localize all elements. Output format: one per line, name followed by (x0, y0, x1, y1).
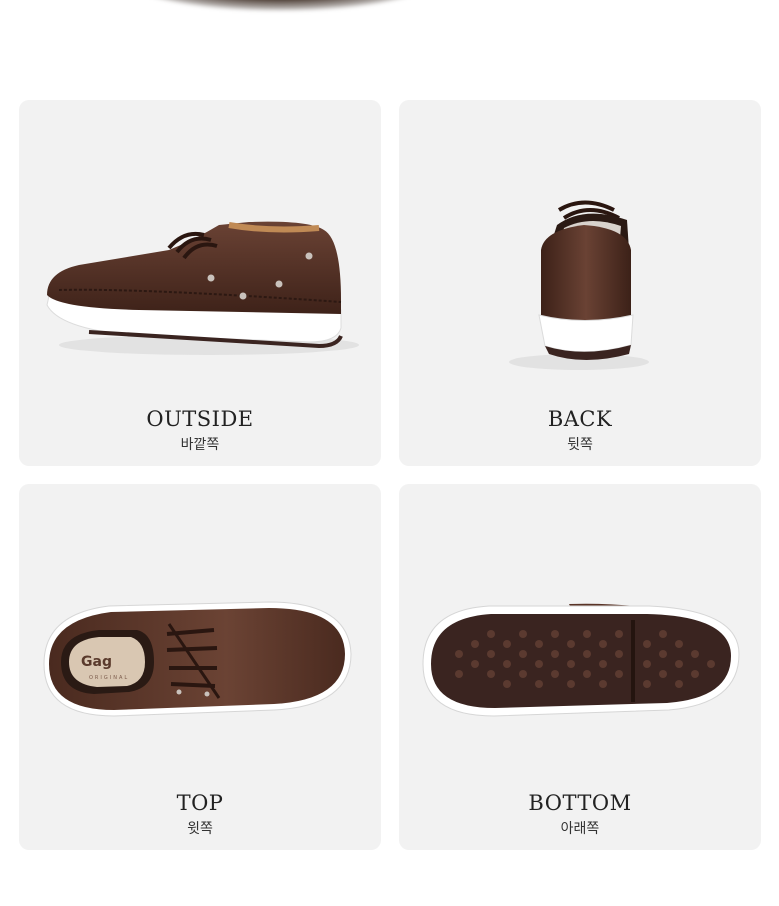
view-label-en: OUTSIDE (146, 407, 254, 431)
view-label-ko: 뒷쪽 (567, 437, 593, 453)
shoe-top-photo: Gag ORIGINAL (43, 601, 352, 717)
view-label-en: TOP (176, 791, 224, 815)
view-label-en: BACK (547, 407, 613, 431)
view-card-back: BACK 뒷쪽 (399, 100, 761, 466)
shoe-outside-photo (46, 221, 359, 355)
view-card-top: Gag ORIGINAL TOP 윗쪽 (19, 484, 381, 850)
previous-photo-shadow (0, 0, 779, 70)
insole-logo: Gag (81, 654, 112, 670)
view-card-outside: OUTSIDE 바깥쪽 (19, 100, 381, 466)
view-label-ko: 바깥쪽 (180, 437, 220, 453)
shoe-bottom-photo (422, 603, 740, 717)
view-card-bottom: BOTTOM 아래쪽 (399, 484, 761, 850)
view-label-en: BOTTOM (528, 791, 632, 815)
shoe-back-photo (509, 200, 649, 370)
view-label-ko: 윗쪽 (187, 821, 213, 837)
view-label-ko: 아래쪽 (560, 821, 600, 837)
insole-logo-sub: ORIGINAL (89, 675, 129, 681)
